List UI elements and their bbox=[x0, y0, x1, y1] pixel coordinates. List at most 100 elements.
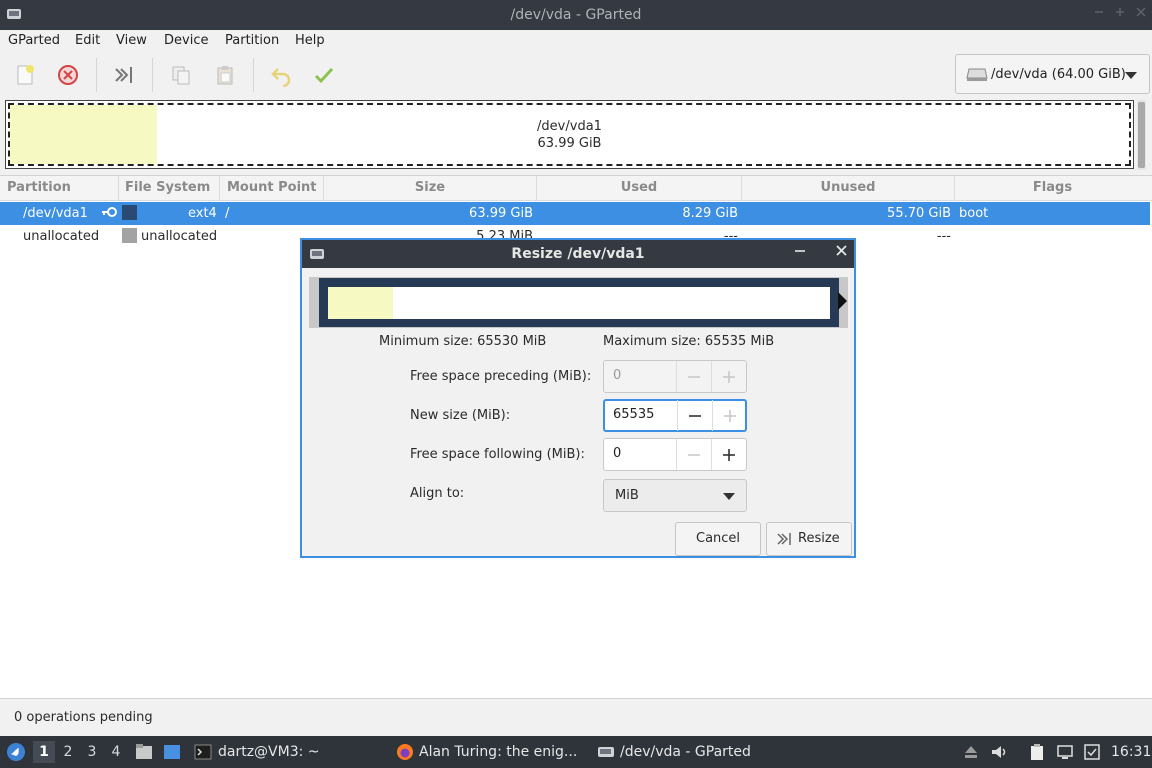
resize-handle-right[interactable] bbox=[838, 292, 847, 310]
free-space-preceding-spinner[interactable]: 0 bbox=[603, 360, 747, 393]
column-header-flags[interactable]: Flags bbox=[955, 176, 1150, 200]
size-cell: 63.99 GiB bbox=[469, 206, 533, 221]
column-header-size[interactable]: Size bbox=[324, 176, 537, 200]
partition-cell: /dev/vda1 bbox=[23, 206, 88, 221]
mount-point-cell: / bbox=[225, 206, 230, 221]
eject-icon[interactable] bbox=[962, 743, 980, 761]
resize-button-label: Resize bbox=[798, 531, 840, 546]
file-manager-icon[interactable] bbox=[135, 743, 153, 761]
network-icon[interactable] bbox=[1056, 743, 1074, 761]
align-to-label: Align to: bbox=[410, 486, 465, 501]
start-menu-icon[interactable] bbox=[6, 742, 26, 762]
new-icon[interactable] bbox=[9, 60, 41, 90]
task-firefox[interactable]: Alan Turing: the enig... bbox=[419, 744, 577, 760]
paste-icon[interactable] bbox=[209, 60, 241, 90]
hard-drive-icon bbox=[966, 68, 988, 86]
dialog-close-button[interactable] bbox=[835, 243, 848, 261]
cancel-button[interactable]: Cancel bbox=[675, 522, 761, 556]
workspace-2[interactable]: 2 bbox=[57, 741, 79, 763]
workspace-4[interactable]: 4 bbox=[105, 741, 127, 763]
menu-device[interactable]: Device bbox=[164, 33, 208, 48]
dialog-minimize-button[interactable] bbox=[794, 244, 806, 260]
notifications-icon[interactable] bbox=[1083, 743, 1101, 761]
new-size-spinner[interactable]: 65535 bbox=[603, 399, 747, 432]
clipboard-icon[interactable] bbox=[1028, 743, 1046, 761]
increment-button[interactable] bbox=[711, 361, 746, 392]
disk-map-scrollbar[interactable] bbox=[1137, 100, 1146, 170]
operations-pending-text: 0 operations pending bbox=[14, 710, 153, 725]
partition-resizer-frame bbox=[319, 278, 839, 327]
undo-icon[interactable] bbox=[265, 60, 297, 90]
decrement-button[interactable] bbox=[676, 439, 711, 470]
partition-frame bbox=[8, 103, 1131, 166]
column-header-mount-point[interactable]: Mount Point bbox=[220, 176, 324, 200]
new-size-value[interactable]: 65535 bbox=[613, 407, 654, 422]
align-to-select[interactable]: MiB bbox=[603, 479, 747, 512]
menu-gparted[interactable]: GParted bbox=[8, 33, 60, 48]
column-header-filesystem[interactable]: File System bbox=[119, 176, 220, 200]
free-space-following-value[interactable]: 0 bbox=[613, 446, 621, 461]
close-window-button[interactable] bbox=[1134, 6, 1148, 20]
new-size-label: New size (MiB): bbox=[410, 408, 511, 423]
resize-move-icon bbox=[777, 532, 793, 550]
free-space-preceding-label: Free space preceding (MiB): bbox=[410, 369, 592, 384]
task-gparted[interactable]: /dev/vda - GParted bbox=[620, 744, 751, 760]
partition-size: 63.99 GiB bbox=[537, 136, 602, 151]
decrement-button[interactable] bbox=[676, 361, 711, 392]
increment-button[interactable] bbox=[712, 400, 747, 431]
unused-cell: 55.70 GiB bbox=[887, 206, 951, 221]
delete-icon[interactable] bbox=[52, 60, 84, 90]
title-bar: /dev/vda - GParted bbox=[0, 0, 1152, 30]
resize-move-icon[interactable] bbox=[108, 60, 140, 90]
maximize-button[interactable] bbox=[1113, 6, 1127, 20]
menu-help[interactable]: Help bbox=[295, 33, 325, 48]
task-terminal[interactable]: dartz@VM3: ~ bbox=[218, 744, 320, 760]
menu-edit[interactable]: Edit bbox=[75, 33, 100, 48]
flags-cell: boot bbox=[959, 206, 989, 221]
filesystem-color-swatch bbox=[122, 205, 137, 220]
column-header-partition[interactable]: Partition bbox=[0, 176, 119, 200]
unused-cell: --- bbox=[936, 229, 951, 244]
dialog-title-bar: Resize /dev/vda1 bbox=[302, 240, 854, 268]
increment-button[interactable] bbox=[711, 439, 746, 470]
device-selector[interactable]: /dev/vda (64.00 GiB) bbox=[955, 54, 1150, 94]
toolbar-separator bbox=[253, 58, 254, 92]
chevron-down-icon bbox=[1125, 72, 1137, 79]
table-row[interactable]: /dev/vda1 ext4 / 63.99 GiB 8.29 GiB 55.7… bbox=[0, 202, 1150, 225]
filesystem-cell: unallocated bbox=[141, 229, 218, 244]
resize-dialog: Resize /dev/vda1 Minimum size: 65530 MiB… bbox=[300, 238, 856, 558]
minimum-size-label: Minimum size: 65530 MiB bbox=[379, 334, 547, 349]
used-cell: 8.29 GiB bbox=[682, 206, 738, 221]
workspace-1[interactable]: 1 bbox=[33, 741, 55, 763]
decrement-button[interactable] bbox=[677, 400, 712, 431]
table-header: Partition File System Mount Point Size U… bbox=[0, 176, 1152, 201]
device-label: /dev/vda (64.00 GiB) bbox=[991, 67, 1126, 82]
column-header-unused[interactable]: Unused bbox=[742, 176, 955, 200]
copy-icon[interactable] bbox=[165, 60, 197, 90]
resize-button[interactable]: Resize bbox=[766, 522, 852, 556]
minimize-button[interactable] bbox=[1092, 6, 1106, 20]
menu-partition[interactable]: Partition bbox=[225, 33, 279, 48]
toolbar-separator bbox=[96, 58, 97, 92]
filesystem-color-swatch bbox=[122, 228, 137, 243]
dialog-title: Resize /dev/vda1 bbox=[511, 246, 645, 262]
gparted-task-icon bbox=[597, 743, 615, 761]
volume-icon[interactable] bbox=[990, 743, 1008, 761]
apply-icon[interactable] bbox=[308, 60, 340, 90]
taskbar: 1 2 3 4 dartz@VM3: ~ Alan Turing: the en… bbox=[0, 736, 1152, 768]
free-space-following-spinner[interactable]: 0 bbox=[603, 438, 747, 471]
key-icon bbox=[101, 206, 117, 222]
cancel-button-label: Cancel bbox=[696, 531, 741, 546]
partition-cell: unallocated bbox=[23, 229, 100, 244]
window-title: /dev/vda - GParted bbox=[510, 7, 642, 23]
desktop-icon[interactable] bbox=[163, 743, 181, 761]
partition-resizer[interactable] bbox=[309, 277, 848, 328]
maximum-size-label: Maximum size: 65535 MiB bbox=[603, 334, 775, 349]
terminal-icon bbox=[194, 743, 212, 761]
scrollbar-thumb[interactable] bbox=[1138, 102, 1145, 168]
column-header-used[interactable]: Used bbox=[537, 176, 742, 200]
menu-view[interactable]: View bbox=[116, 33, 147, 48]
workspace-3[interactable]: 3 bbox=[81, 741, 103, 763]
disk-map[interactable]: /dev/vda1 63.99 GiB bbox=[5, 100, 1134, 169]
free-space-following-label: Free space following (MiB): bbox=[410, 447, 585, 462]
